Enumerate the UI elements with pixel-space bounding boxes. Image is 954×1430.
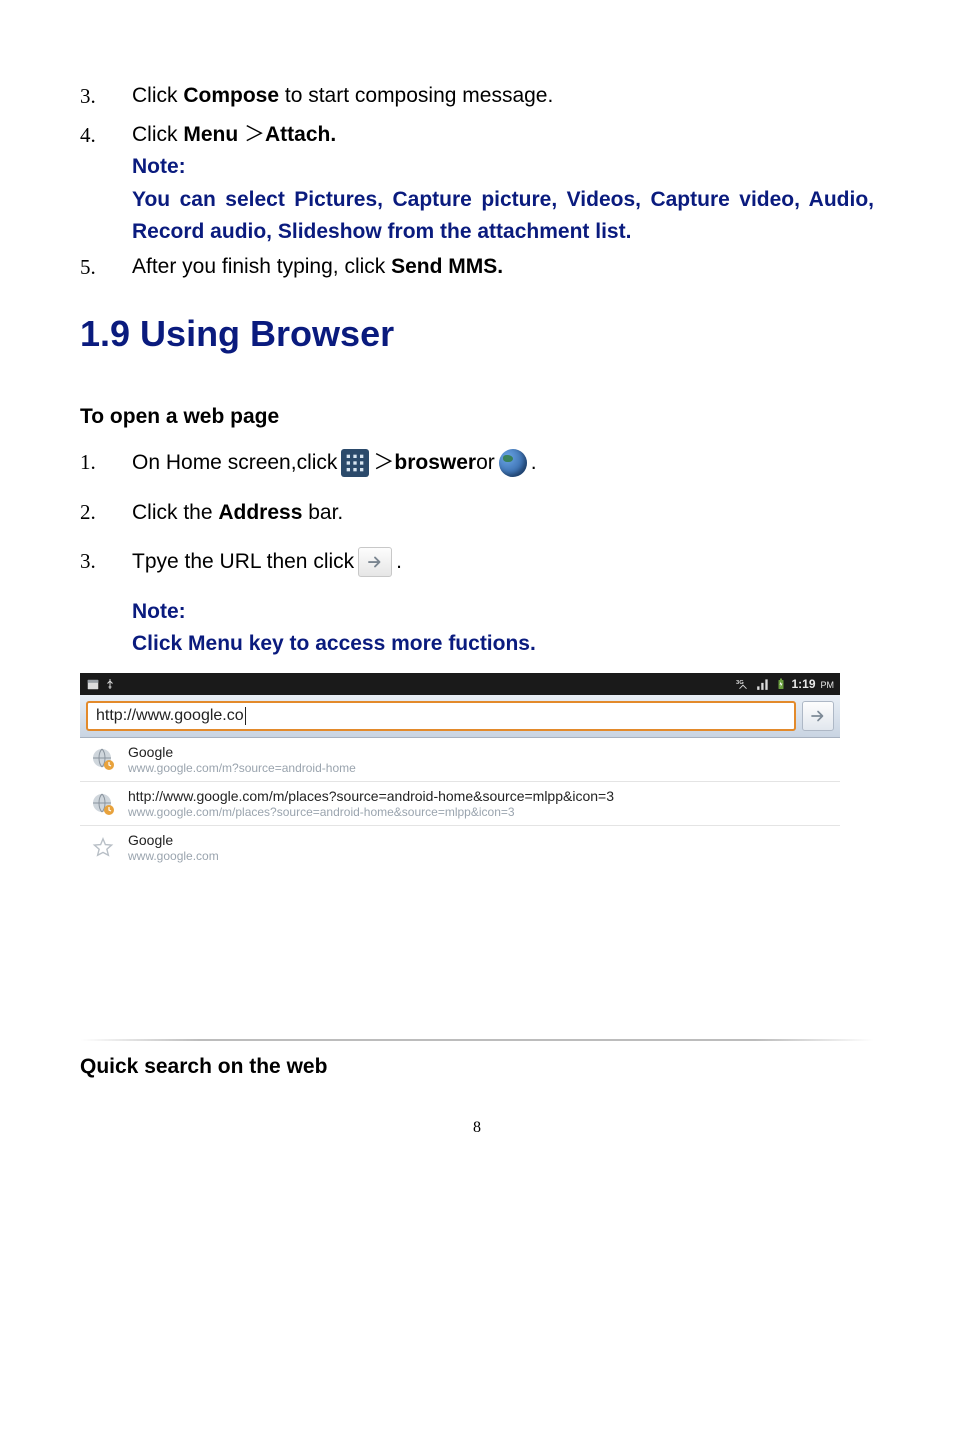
suggestion-url: www.google.com/m?source=android-home (128, 761, 356, 775)
list-number: 5. (80, 251, 132, 284)
address-input[interactable]: http://www.google.co (86, 701, 796, 731)
list-item-4: 4. Click Menu ＞Attach. Note: You can sel… (80, 119, 874, 249)
signal-icon (755, 677, 771, 691)
address-value: http://www.google.co (96, 707, 244, 725)
step-1: 1. On Home screen,click ＞broswer or . (80, 447, 874, 479)
subheading-quick-search: Quick search on the web (80, 1055, 874, 1079)
list-body: On Home screen,click ＞broswer or . (132, 447, 874, 479)
suggestion-url: www.google.com/m/places?source=android-h… (128, 805, 614, 819)
network-3g-icon: 3G (735, 677, 751, 691)
battery-icon (775, 677, 787, 691)
note2-label: Note: (132, 596, 874, 629)
browser-screenshot: 3G 1:19 PM http://www.google.co Google (80, 673, 840, 870)
list-body: After you finish typing, click Send MMS. (132, 251, 874, 284)
divider (80, 1039, 874, 1041)
bookmark-star-icon (90, 835, 116, 861)
apps-grid-icon (341, 449, 369, 477)
suggestion-list: Google www.google.com/m?source=android-h… (80, 738, 840, 870)
go-button[interactable] (802, 701, 834, 731)
note-body: You can select Pictures, Capture picture… (132, 184, 874, 249)
note-label: Note: (132, 151, 874, 184)
status-time-pm: PM (821, 680, 835, 690)
globe-icon (499, 449, 527, 477)
suggestion-title: Google (128, 744, 356, 761)
text-caret (245, 707, 246, 725)
list-body: Click Menu ＞Attach. Note: You can select… (132, 119, 874, 249)
calendar-icon (86, 677, 100, 691)
suggestion-title: http://www.google.com/m/places?source=an… (128, 788, 614, 805)
section-heading: 1.9 Using Browser (80, 313, 874, 355)
list-number: 3. (80, 546, 132, 578)
suggestion-title: Google (128, 832, 219, 849)
suggestion-item[interactable]: Google www.google.com/m?source=android-h… (80, 738, 840, 782)
status-time: 1:19 (791, 677, 815, 691)
suggestion-item[interactable]: http://www.google.com/m/places?source=an… (80, 782, 840, 826)
go-arrow-icon (358, 547, 392, 577)
status-bar: 3G 1:19 PM (80, 673, 840, 695)
list-item-3: 3. Click Compose to start composing mess… (80, 80, 874, 113)
list-number: 2. (80, 497, 132, 529)
suggestion-item[interactable]: Google www.google.com (80, 826, 840, 869)
note2-body: Click Menu key to access more fuctions. (132, 628, 874, 661)
history-globe-icon (90, 746, 116, 772)
page-number: 8 (80, 1119, 874, 1137)
step-3: 3. Tpye the URL then click . (80, 546, 874, 578)
list-number: 4. (80, 119, 132, 152)
list-body: Tpye the URL then click . (132, 546, 874, 578)
list-number: 3. (80, 80, 132, 113)
list-body: Click Compose to start composing message… (132, 80, 874, 113)
subheading-open-page: To open a web page (80, 405, 874, 429)
step-2: 2. Click the Address bar. (80, 497, 874, 529)
usb-icon (104, 677, 116, 691)
history-globe-icon (90, 791, 116, 817)
list-item-5: 5. After you finish typing, click Send M… (80, 251, 874, 284)
suggestion-url: www.google.com (128, 849, 219, 863)
address-bar-row: http://www.google.co (80, 695, 840, 738)
list-number: 1. (80, 447, 132, 479)
list-body: Click the Address bar. (132, 497, 874, 529)
